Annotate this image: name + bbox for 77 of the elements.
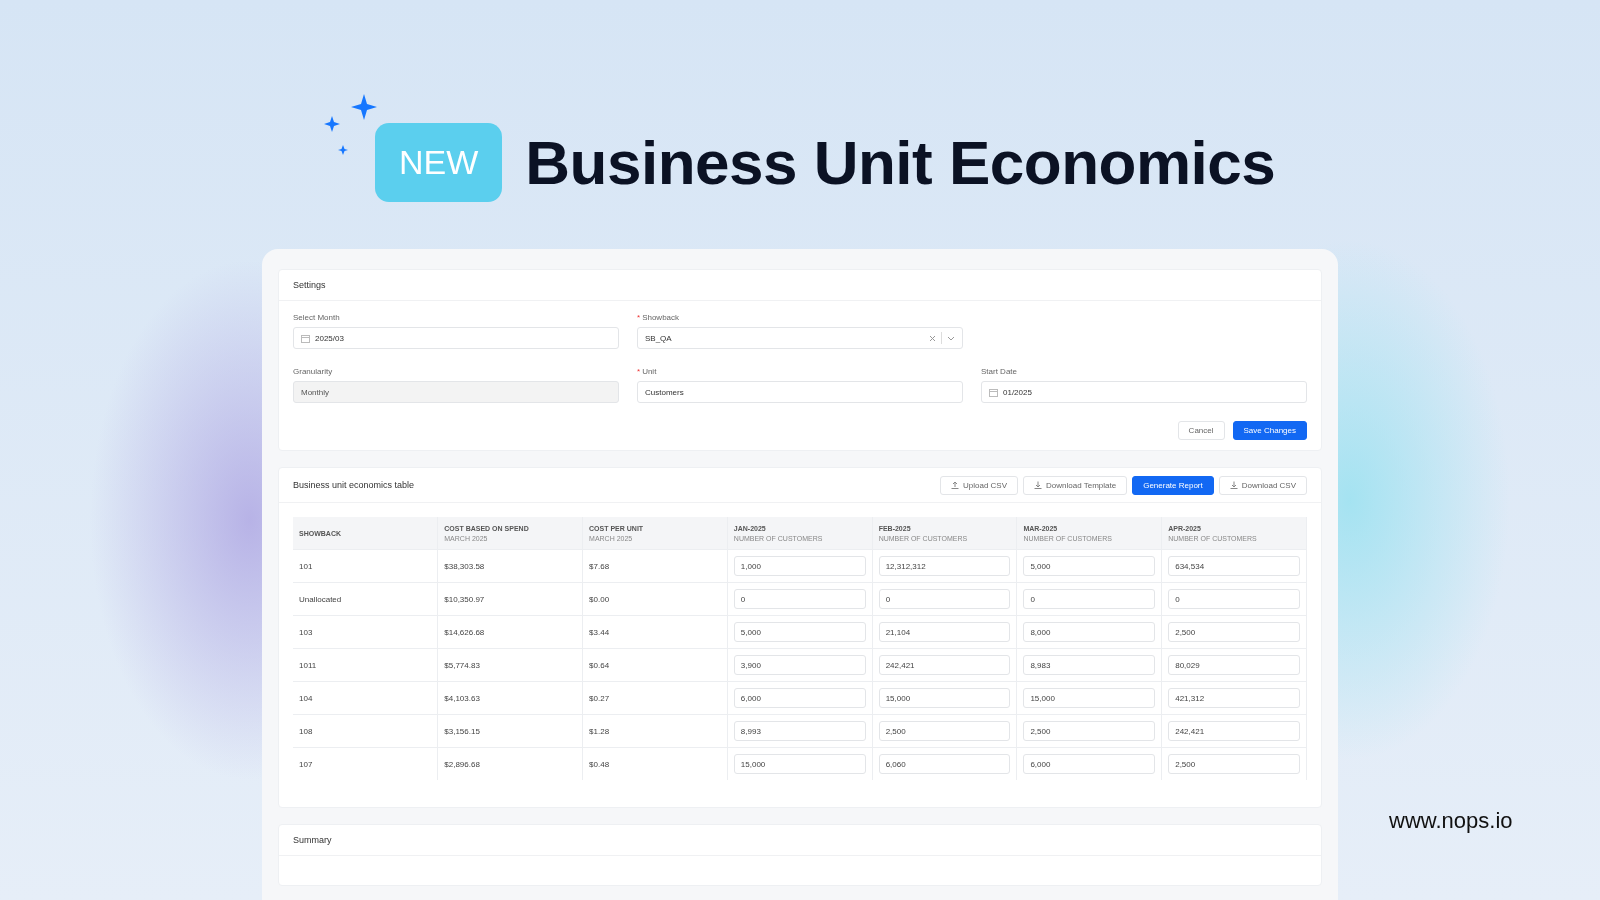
number-field[interactable]: 8,993	[733, 721, 866, 741]
table-cell: $1.28	[589, 726, 610, 736]
field-label: Granularity	[293, 367, 334, 376]
table-cell: 103	[299, 627, 313, 637]
chevron-down-icon[interactable]	[947, 335, 955, 341]
table-cell: $0.48	[589, 759, 610, 769]
number-field[interactable]: 2,500	[1168, 754, 1300, 774]
number-field[interactable]: 2,500	[1168, 622, 1300, 642]
number-field[interactable]: 0	[878, 589, 1011, 609]
download-button[interactable]: Download CSV	[1218, 475, 1307, 495]
table-cell: $7.68	[589, 561, 610, 571]
download-icon	[1034, 481, 1043, 489]
cancel-button[interactable]: Cancel	[1177, 421, 1225, 440]
number-field[interactable]: 15,000	[1023, 688, 1156, 708]
table-cell: $10,350.97	[444, 594, 485, 604]
number-field[interactable]: 2,500	[878, 721, 1011, 741]
number-field[interactable]: 3,900	[733, 655, 866, 675]
website-url: www.nops.io	[1389, 808, 1513, 834]
number-field[interactable]: 2,500	[1023, 721, 1156, 741]
number-field[interactable]: 80,029	[1168, 655, 1300, 675]
number-field[interactable]: 15,000	[733, 754, 866, 774]
table-cell: $0.00	[589, 594, 610, 604]
number-field[interactable]: 15,000	[878, 688, 1011, 708]
table-cell: $14,626.68	[444, 627, 485, 637]
calendar-icon	[301, 333, 310, 343]
table-cell: 107	[299, 759, 313, 769]
field-label: * Showback	[637, 313, 681, 322]
number-field[interactable]: 5,000	[733, 622, 866, 642]
number-field[interactable]: 12,312,312	[878, 556, 1011, 576]
field-label: Select Month	[293, 313, 341, 322]
number-field[interactable]: 6,000	[733, 688, 866, 708]
number-field[interactable]: 8,000	[1023, 622, 1156, 642]
table-cell: 108	[299, 726, 313, 736]
number-field[interactable]: 421,312	[1168, 688, 1300, 708]
date-field[interactable]: 01/2025	[981, 381, 1307, 403]
headline: Business Unit Economics	[525, 127, 1276, 198]
number-field[interactable]: 0	[733, 589, 866, 609]
table-cell: Unallocated	[299, 594, 342, 604]
field-label: * Unit	[637, 367, 658, 376]
upload-button[interactable]: Upload CSV	[940, 475, 1019, 495]
table-cell: $3.44	[589, 627, 610, 637]
number-field[interactable]: 0	[1023, 589, 1156, 609]
number-field[interactable]: 634,534	[1168, 556, 1300, 576]
new-badge: NEW	[375, 123, 503, 202]
table-cell: $2,896.68	[444, 759, 480, 769]
table-cell: $4,103.63	[444, 693, 480, 703]
number-field[interactable]: 6,060	[878, 754, 1011, 774]
number-field[interactable]: 1,000	[733, 556, 866, 576]
calendar-icon	[989, 387, 998, 397]
text-field[interactable]: Customers	[637, 381, 963, 403]
number-field[interactable]: 242,421	[1168, 721, 1300, 741]
upload-icon	[951, 481, 959, 489]
table-cell: 1011	[299, 660, 317, 670]
clear-icon[interactable]	[929, 334, 936, 342]
number-field[interactable]: 0	[1168, 589, 1300, 609]
showback-select[interactable]: SB_QA	[637, 327, 963, 349]
panel-title: Summary	[293, 835, 332, 845]
table-cell: $38,303.58	[444, 561, 485, 571]
save-button[interactable]: Save Changes	[1232, 421, 1307, 440]
number-field[interactable]: 242,421	[878, 655, 1011, 675]
field-label: Start Date	[981, 367, 1018, 376]
table-cell: 104	[299, 693, 313, 703]
table-cell: 101	[299, 561, 313, 571]
download-button[interactable]: Download Template	[1023, 475, 1128, 495]
date-field[interactable]: 2025/03	[293, 327, 619, 349]
number-field[interactable]: 6,000	[1023, 754, 1156, 774]
panel-title: Business unit economics table	[293, 480, 415, 490]
number-field[interactable]: 21,104	[878, 622, 1011, 642]
table-cell: $3,156.15	[444, 726, 480, 736]
number-field[interactable]: 8,983	[1023, 655, 1156, 675]
table-cell: $0.27	[589, 693, 610, 703]
number-field[interactable]: 5,000	[1023, 556, 1156, 576]
table-cell: $0.64	[589, 660, 610, 670]
panel-title: Settings	[293, 280, 326, 290]
generate-button[interactable]: Generate Report	[1132, 475, 1214, 495]
download-icon	[1229, 481, 1238, 489]
table-cell: $5,774.83	[444, 660, 480, 670]
